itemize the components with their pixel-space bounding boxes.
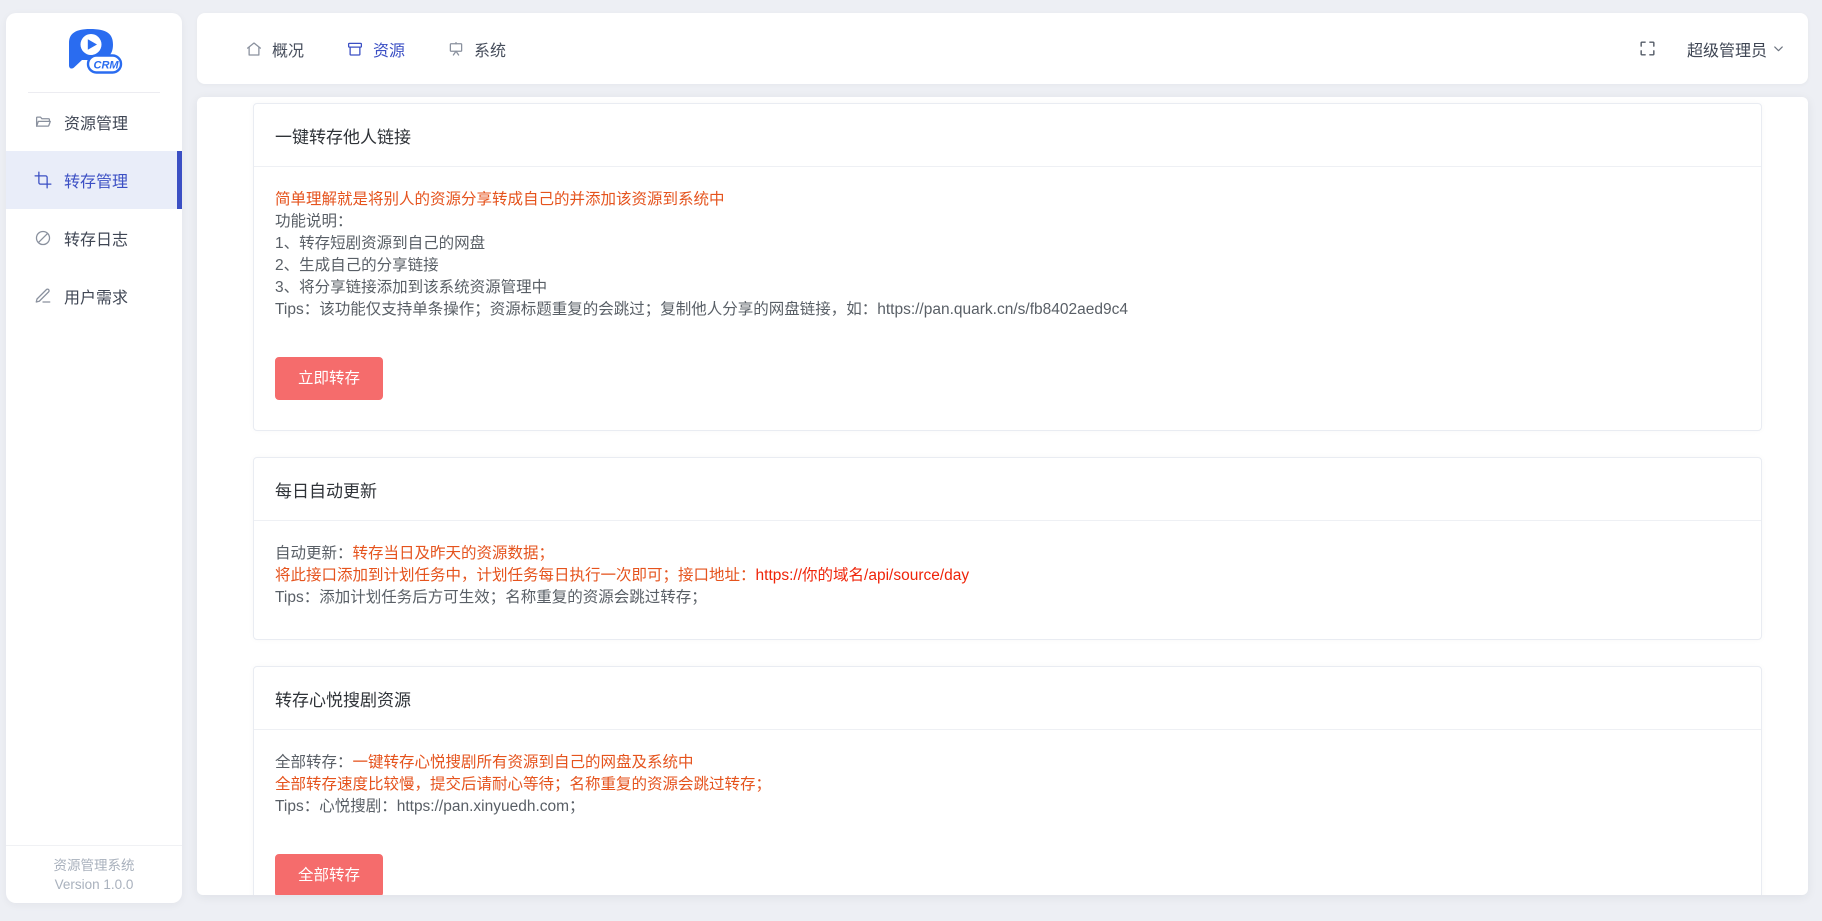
text-segment: 将此接口添加到计划任务中，计划任务每日执行一次即可；接口地址：	[275, 567, 756, 584]
card-body: 自动更新：转存当日及昨天的资源数据；将此接口添加到计划任务中，计划任务每日执行一…	[254, 521, 1761, 639]
card-body-line: 3、将分享链接添加到该系统资源管理中	[275, 277, 1740, 299]
card-body-line: 功能说明：	[275, 211, 1740, 233]
card-title: 每日自动更新	[254, 458, 1761, 521]
sidebar-item-label: 转存日志	[64, 226, 128, 250]
home-icon	[245, 40, 263, 58]
crm-logo-icon: CRM	[61, 24, 127, 82]
sidebar-menu: 资源管理转存管理转存日志用户需求	[6, 93, 182, 325]
text-segment: 2、生成自己的分享链接	[275, 257, 439, 274]
user-menu[interactable]: 超级管理员	[1687, 37, 1786, 61]
sidebar-item-resource-management[interactable]: 资源管理	[6, 93, 182, 151]
text-segment: 自动更新：	[275, 545, 353, 562]
sidebar-item-label: 转存管理	[64, 168, 128, 192]
top-nav-right: 超级管理员	[1638, 37, 1808, 61]
text-segment: 一键转存心悦搜剧所有资源到自己的网盘及系统中	[353, 754, 694, 771]
text-segment: 1、转存短剧资源到自己的网盘	[275, 235, 485, 252]
card-body: 简单理解就是将别人的资源分享转成自己的并添加该资源到系统中功能说明： 1、转存短剧…	[254, 167, 1761, 430]
card-daily-auto-update: 每日自动更新自动更新：转存当日及昨天的资源数据；将此接口添加到计划任务中，计划任…	[253, 457, 1762, 640]
text-segment: 转存当日及昨天的资源数据；	[353, 545, 555, 562]
text-segment: Tips：添加计划任务后方可生效；名称重复的资源会跳过转存；	[275, 589, 707, 606]
cards-container: 一键转存他人链接简单理解就是将别人的资源分享转成自己的并添加该资源到系统中功能说…	[197, 97, 1808, 895]
app-logo: CRM	[6, 13, 182, 92]
app-name: 资源管理系统	[6, 856, 182, 875]
app-version: Version 1.0.0	[6, 875, 182, 894]
text-segment: 简单理解就是将别人的资源分享转成自己的并添加该资源到系统中	[275, 191, 725, 208]
text-segment: 全部转存：	[275, 754, 353, 771]
text-segment: 全部转存速度比较慢，提交后请耐心等待；名称重复的资源会跳过转存；	[275, 776, 771, 793]
folder-icon	[34, 113, 52, 131]
text-segment: Tips：该功能仅支持单条操作；资源标题重复的会跳过；复制他人分享的网盘链接，如…	[275, 301, 1128, 318]
sidebar-item-transfer-logs[interactable]: 转存日志	[6, 209, 182, 267]
card-body-line: Tips：该功能仅支持单条操作；资源标题重复的会跳过；复制他人分享的网盘链接，如…	[275, 299, 1740, 321]
card-body-line: 将此接口添加到计划任务中，计划任务每日执行一次即可；接口地址：https://你…	[275, 565, 1740, 587]
main-panel: 一键转存他人链接简单理解就是将别人的资源分享转成自己的并添加该资源到系统中功能说…	[197, 97, 1808, 895]
tab-label: 概况	[272, 37, 304, 61]
tab-label: 资源	[373, 37, 405, 61]
sidebar-footer: 资源管理系统 Version 1.0.0	[6, 845, 182, 903]
archive-icon	[346, 40, 364, 58]
card-body-line: Tips：添加计划任务后方可生效；名称重复的资源会跳过转存；	[275, 587, 1740, 609]
fullscreen-icon[interactable]	[1638, 39, 1657, 58]
card-body: 全部转存：一键转存心悦搜剧所有资源到自己的网盘及系统中全部转存速度比较慢，提交后…	[254, 730, 1761, 895]
sidebar-item-user-requests[interactable]: 用户需求	[6, 267, 182, 325]
sidebar-item-label: 用户需求	[64, 284, 128, 308]
card-body-line: 简单理解就是将别人的资源分享转成自己的并添加该资源到系统中	[275, 189, 1740, 211]
card-body-line: 全部转存速度比较慢，提交后请耐心等待；名称重复的资源会跳过转存；	[275, 774, 1740, 796]
card-body-line: 2、生成自己的分享链接	[275, 255, 1740, 277]
sidebar: CRM 资源管理转存管理转存日志用户需求 资源管理系统 Version 1.0.…	[6, 13, 182, 903]
text-segment: Tips：心悦搜剧：https://pan.xinyuedh.com；	[275, 798, 585, 815]
sidebar-item-label: 资源管理	[64, 110, 128, 134]
transfer-all-button[interactable]: 全部转存	[275, 854, 383, 895]
text-segment: https://你的域名/api/source/day	[756, 567, 970, 584]
card-one-click-transfer: 一键转存他人链接简单理解就是将别人的资源分享转成自己的并添加该资源到系统中功能说…	[253, 103, 1762, 431]
transfer-now-button[interactable]: 立即转存	[275, 357, 383, 400]
tab-overview[interactable]: 概况	[245, 37, 304, 61]
sidebar-spacer	[6, 325, 182, 845]
crop-icon	[34, 171, 52, 189]
text-segment: 3、将分享链接添加到该系统资源管理中	[275, 279, 547, 296]
card-title: 一键转存他人链接	[254, 104, 1761, 167]
card-body-line: 自动更新：转存当日及昨天的资源数据；	[275, 543, 1740, 565]
card-body-line: 1、转存短剧资源到自己的网盘	[275, 233, 1740, 255]
card-body-line: Tips：心悦搜剧：https://pan.xinyuedh.com；	[275, 796, 1740, 818]
tab-system[interactable]: 系统	[447, 37, 506, 61]
easel-icon	[447, 40, 465, 58]
chevron-down-icon	[1771, 41, 1786, 56]
tab-label: 系统	[474, 37, 506, 61]
pencil-icon	[34, 287, 52, 305]
top-nav-tabs: 概况 资源 系统	[245, 37, 506, 61]
active-indicator-bar	[177, 151, 182, 209]
tab-resources[interactable]: 资源	[346, 37, 405, 61]
user-name: 超级管理员	[1687, 37, 1767, 61]
card-xinyue-transfer: 转存心悦搜剧资源全部转存：一键转存心悦搜剧所有资源到自己的网盘及系统中全部转存速…	[253, 666, 1762, 895]
card-title: 转存心悦搜剧资源	[254, 667, 1761, 730]
svg-text:CRM: CRM	[94, 59, 120, 71]
card-body-line: 全部转存：一键转存心悦搜剧所有资源到自己的网盘及系统中	[275, 752, 1740, 774]
top-nav: 概况 资源 系统 超级管理员	[197, 13, 1808, 84]
text-segment: 功能说明：	[275, 213, 353, 230]
sidebar-item-transfer-management[interactable]: 转存管理	[6, 151, 182, 209]
slash-circle-icon	[34, 229, 52, 247]
